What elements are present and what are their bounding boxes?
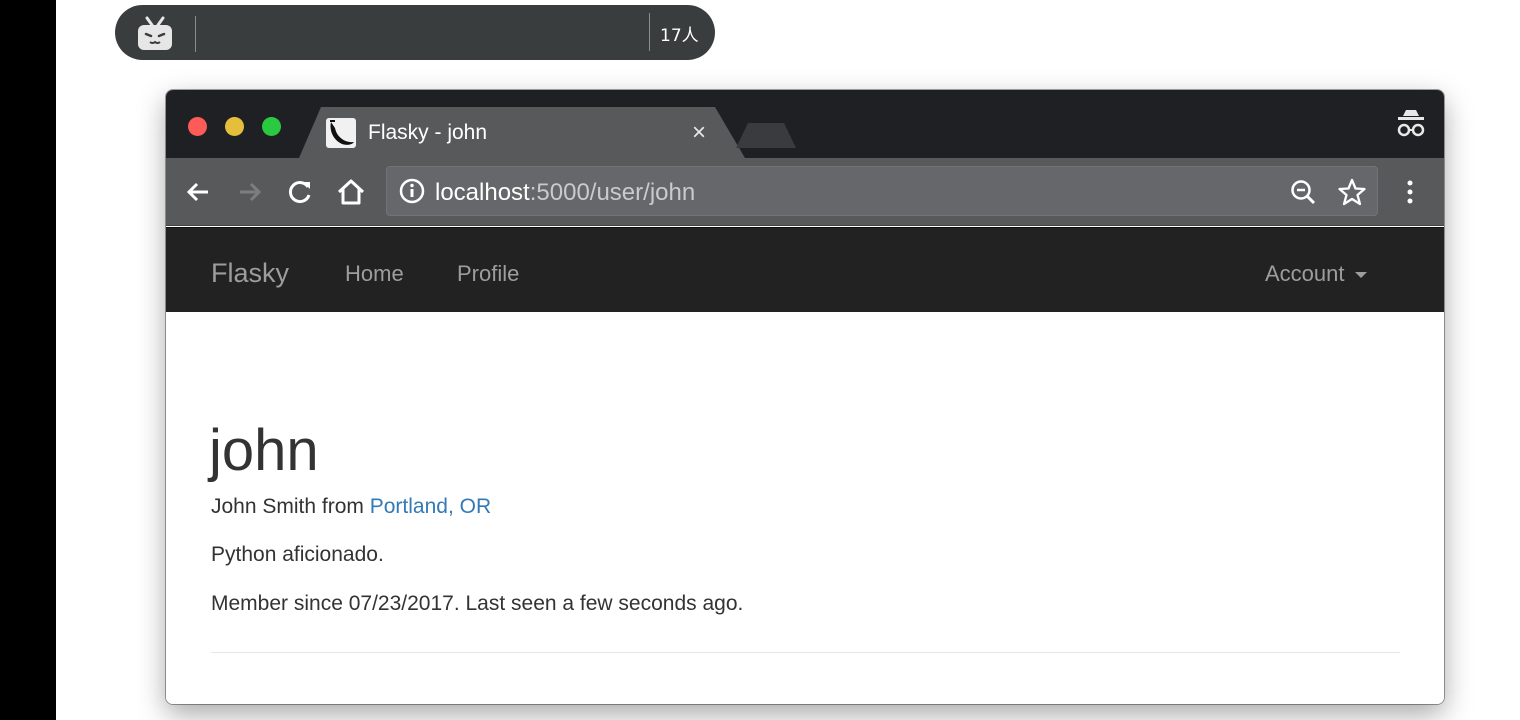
forward-arrow-icon[interactable] xyxy=(234,176,266,208)
profile-name-location: John Smith from Portland, OR xyxy=(211,495,491,519)
url-path: :5000/user/john xyxy=(529,179,696,206)
star-icon[interactable] xyxy=(1337,177,1367,207)
tab-close-icon[interactable]: × xyxy=(692,119,706,147)
home-icon[interactable] xyxy=(335,176,367,208)
back-arrow-icon[interactable] xyxy=(182,176,214,208)
overlay-divider xyxy=(195,16,196,52)
incognito-icon xyxy=(1397,110,1425,137)
tab-title: Flasky - john xyxy=(368,121,488,144)
location-link[interactable]: Portland, OR xyxy=(370,495,491,518)
address-bar[interactable]: localhost:5000/user/john xyxy=(386,166,1378,216)
profile-about: Python aficionado. xyxy=(211,543,384,566)
profile-name: John Smith from xyxy=(211,495,370,518)
menu-dots-icon[interactable] xyxy=(1398,176,1422,208)
url-host: localhost xyxy=(435,179,530,206)
flask-favicon-icon xyxy=(326,118,356,148)
viewer-count: 17人 xyxy=(660,26,699,46)
account-label: Account xyxy=(1265,261,1345,286)
info-icon[interactable] xyxy=(399,178,425,204)
browser-window: Flasky - john × localhost:5000/user/john… xyxy=(166,90,1444,704)
navbar-brand[interactable]: Flasky xyxy=(211,258,289,289)
browser-tab-active[interactable] xyxy=(299,107,745,158)
page-title: john xyxy=(209,418,319,483)
minimize-window-button[interactable] xyxy=(225,117,244,136)
site-navbar: Flasky Home Profile Account xyxy=(166,227,1444,312)
zoom-out-icon[interactable] xyxy=(1289,178,1317,206)
browser-toolbar: localhost:5000/user/john xyxy=(166,158,1444,226)
nav-profile-link[interactable]: Profile xyxy=(457,261,519,287)
profile-member-since: Member since 07/23/2017. Last seen a few… xyxy=(211,592,744,615)
reload-icon[interactable] xyxy=(284,176,316,208)
account-dropdown[interactable]: Account xyxy=(1265,261,1367,287)
caret-down-icon xyxy=(1354,272,1367,279)
close-window-button[interactable] xyxy=(188,117,207,136)
page-content: john John Smith from Portland, OR Python… xyxy=(166,312,1444,704)
bilibili-tv-icon xyxy=(138,16,172,50)
new-tab-button[interactable] xyxy=(736,123,796,148)
overlay-divider xyxy=(649,13,650,51)
url-text[interactable]: localhost:5000/user/john xyxy=(435,179,695,207)
danmaku-overlay-bar: 17人 xyxy=(115,5,715,60)
zoom-window-button[interactable] xyxy=(262,117,281,136)
left-black-strip xyxy=(0,0,56,720)
nav-home-link[interactable]: Home xyxy=(345,261,404,287)
browser-titlebar: Flasky - john × xyxy=(166,90,1444,158)
divider xyxy=(211,652,1400,653)
